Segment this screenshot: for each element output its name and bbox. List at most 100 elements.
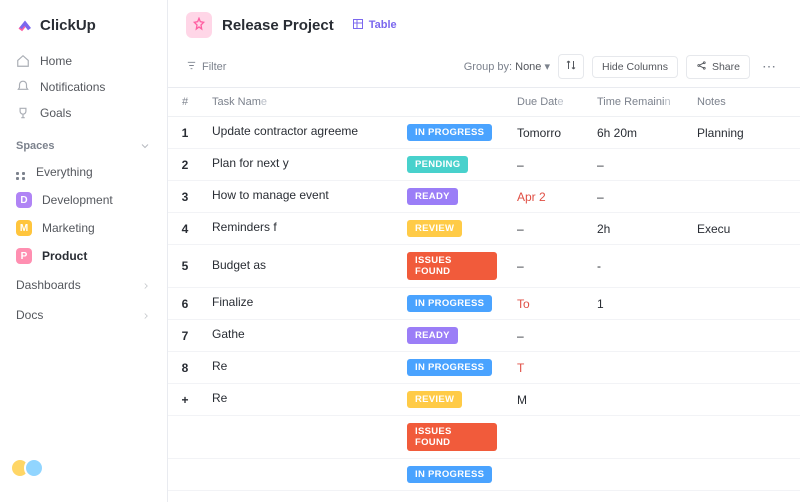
nav-docs[interactable]: Docs bbox=[0, 300, 167, 330]
table-row[interactable]: 8ReIN PROGRESST bbox=[168, 352, 800, 384]
cell-time[interactable] bbox=[587, 384, 687, 416]
cell-time[interactable] bbox=[587, 352, 687, 384]
cell-time[interactable] bbox=[587, 459, 687, 491]
cell-status[interactable]: ISSUES FOUND bbox=[397, 245, 507, 288]
nav-goals[interactable]: Goals bbox=[0, 100, 167, 126]
table-row[interactable]: 3How to manage eventREADYApr 2– bbox=[168, 181, 800, 213]
cell-due[interactable]: – bbox=[507, 213, 587, 245]
cell-task[interactable]: Re bbox=[202, 384, 397, 416]
avatar[interactable] bbox=[24, 458, 44, 478]
cell-task[interactable]: Gathe bbox=[202, 320, 397, 352]
hide-columns-label: Hide Columns bbox=[602, 61, 668, 73]
cell-number: 1 bbox=[168, 117, 202, 149]
nav-notifications[interactable]: Notifications bbox=[0, 74, 167, 100]
table-row[interactable]: 4Reminders fREVIEW–2hExecu bbox=[168, 213, 800, 245]
logo[interactable]: ClickUp bbox=[0, 12, 167, 48]
cell-notes[interactable]: Execu bbox=[687, 213, 800, 245]
cell-notes[interactable] bbox=[687, 181, 800, 213]
cell-status[interactable]: IN PROGRESS bbox=[397, 352, 507, 384]
share-button[interactable]: Share bbox=[686, 55, 750, 79]
col-number[interactable]: # bbox=[168, 88, 202, 117]
cell-time[interactable]: 2h bbox=[587, 213, 687, 245]
cell-task[interactable]: How to manage event bbox=[202, 181, 397, 213]
cell-status[interactable]: PENDING bbox=[397, 149, 507, 181]
cell-time[interactable] bbox=[587, 320, 687, 352]
col-due[interactable]: Due Date bbox=[507, 88, 587, 117]
cell-task[interactable]: Budget as bbox=[202, 245, 397, 288]
cell-due[interactable]: Apr 2 bbox=[507, 181, 587, 213]
group-by-value: None bbox=[515, 61, 541, 73]
cell-due[interactable]: – bbox=[507, 245, 587, 288]
cell-status[interactable]: IN PROGRESS bbox=[397, 459, 507, 491]
cell-task[interactable]: Plan for next y bbox=[202, 149, 397, 181]
sort-icon bbox=[565, 59, 577, 74]
cell-due[interactable] bbox=[507, 459, 587, 491]
cell-task[interactable] bbox=[202, 459, 397, 491]
table-row[interactable]: 2Plan for next yPENDING–– bbox=[168, 149, 800, 181]
cell-due[interactable]: T bbox=[507, 352, 587, 384]
cell-notes[interactable] bbox=[687, 149, 800, 181]
cell-time[interactable]: – bbox=[587, 149, 687, 181]
col-time[interactable]: Time Remainin bbox=[587, 88, 687, 117]
cell-due[interactable]: – bbox=[507, 149, 587, 181]
cell-notes[interactable] bbox=[687, 459, 800, 491]
table-row[interactable]: 7GatheREADY– bbox=[168, 320, 800, 352]
col-status[interactable] bbox=[397, 88, 507, 117]
cell-notes[interactable] bbox=[687, 384, 800, 416]
cell-status[interactable]: IN PROGRESS bbox=[397, 117, 507, 149]
cell-time[interactable]: 6h 20m bbox=[587, 117, 687, 149]
cell-task[interactable]: Reminders f bbox=[202, 213, 397, 245]
cell-status[interactable]: READY bbox=[397, 181, 507, 213]
nav-home-label: Home bbox=[40, 54, 72, 68]
cell-notes[interactable] bbox=[687, 416, 800, 459]
nav-home[interactable]: Home bbox=[0, 48, 167, 74]
cell-time[interactable]: - bbox=[587, 245, 687, 288]
col-notes[interactable]: Notes bbox=[687, 88, 800, 117]
cell-status[interactable]: IN PROGRESS bbox=[397, 288, 507, 320]
table-row[interactable]: IN PROGRESS bbox=[168, 459, 800, 491]
table-row[interactable]: 5Budget asISSUES FOUND–- bbox=[168, 245, 800, 288]
nav-dashboards[interactable]: Dashboards bbox=[0, 270, 167, 300]
cell-time[interactable] bbox=[587, 416, 687, 459]
chevron-right-icon bbox=[141, 280, 151, 290]
table-row[interactable]: 6FinalizeIN PROGRESSTo1 bbox=[168, 288, 800, 320]
cell-notes[interactable] bbox=[687, 288, 800, 320]
table-row[interactable]: 1Update contractor agreemeIN PROGRESSTom… bbox=[168, 117, 800, 149]
cell-task[interactable]: Finalize bbox=[202, 288, 397, 320]
view-tab-label: Table bbox=[369, 19, 397, 31]
cell-notes[interactable] bbox=[687, 320, 800, 352]
group-by[interactable]: Group by: None ▾ bbox=[464, 60, 550, 73]
view-tab-table[interactable]: Table bbox=[344, 14, 405, 37]
cell-task[interactable] bbox=[202, 416, 397, 459]
cell-task[interactable]: Re bbox=[202, 352, 397, 384]
more-button[interactable]: ⋯ bbox=[758, 58, 782, 75]
space-item-product[interactable]: PProduct bbox=[0, 242, 167, 270]
spaces-header[interactable]: Spaces bbox=[0, 126, 167, 158]
sort-button[interactable] bbox=[558, 54, 584, 79]
filter-button[interactable]: Filter bbox=[186, 60, 226, 74]
table-row[interactable]: ISSUES FOUND bbox=[168, 416, 800, 459]
cell-time[interactable]: – bbox=[587, 181, 687, 213]
presence-avatars[interactable] bbox=[0, 446, 167, 490]
cell-due[interactable]: Tomorro bbox=[507, 117, 587, 149]
cell-time[interactable]: 1 bbox=[587, 288, 687, 320]
hide-columns-button[interactable]: Hide Columns bbox=[592, 56, 678, 78]
space-everything[interactable]: Everything bbox=[0, 158, 167, 186]
cell-due[interactable]: – bbox=[507, 320, 587, 352]
space-item-development[interactable]: DDevelopment bbox=[0, 186, 167, 214]
col-task[interactable]: Task Name bbox=[202, 88, 397, 117]
cell-number: 3 bbox=[168, 181, 202, 213]
cell-due[interactable]: M bbox=[507, 384, 587, 416]
table-row[interactable]: +ReREVIEWM bbox=[168, 384, 800, 416]
cell-status[interactable]: ISSUES FOUND bbox=[397, 416, 507, 459]
cell-due[interactable]: To bbox=[507, 288, 587, 320]
cell-status[interactable]: REVIEW bbox=[397, 384, 507, 416]
cell-notes[interactable]: Planning bbox=[687, 117, 800, 149]
cell-due[interactable] bbox=[507, 416, 587, 459]
cell-task[interactable]: Update contractor agreeme bbox=[202, 117, 397, 149]
cell-notes[interactable] bbox=[687, 352, 800, 384]
space-item-marketing[interactable]: MMarketing bbox=[0, 214, 167, 242]
cell-status[interactable]: READY bbox=[397, 320, 507, 352]
cell-status[interactable]: REVIEW bbox=[397, 213, 507, 245]
cell-notes[interactable] bbox=[687, 245, 800, 288]
